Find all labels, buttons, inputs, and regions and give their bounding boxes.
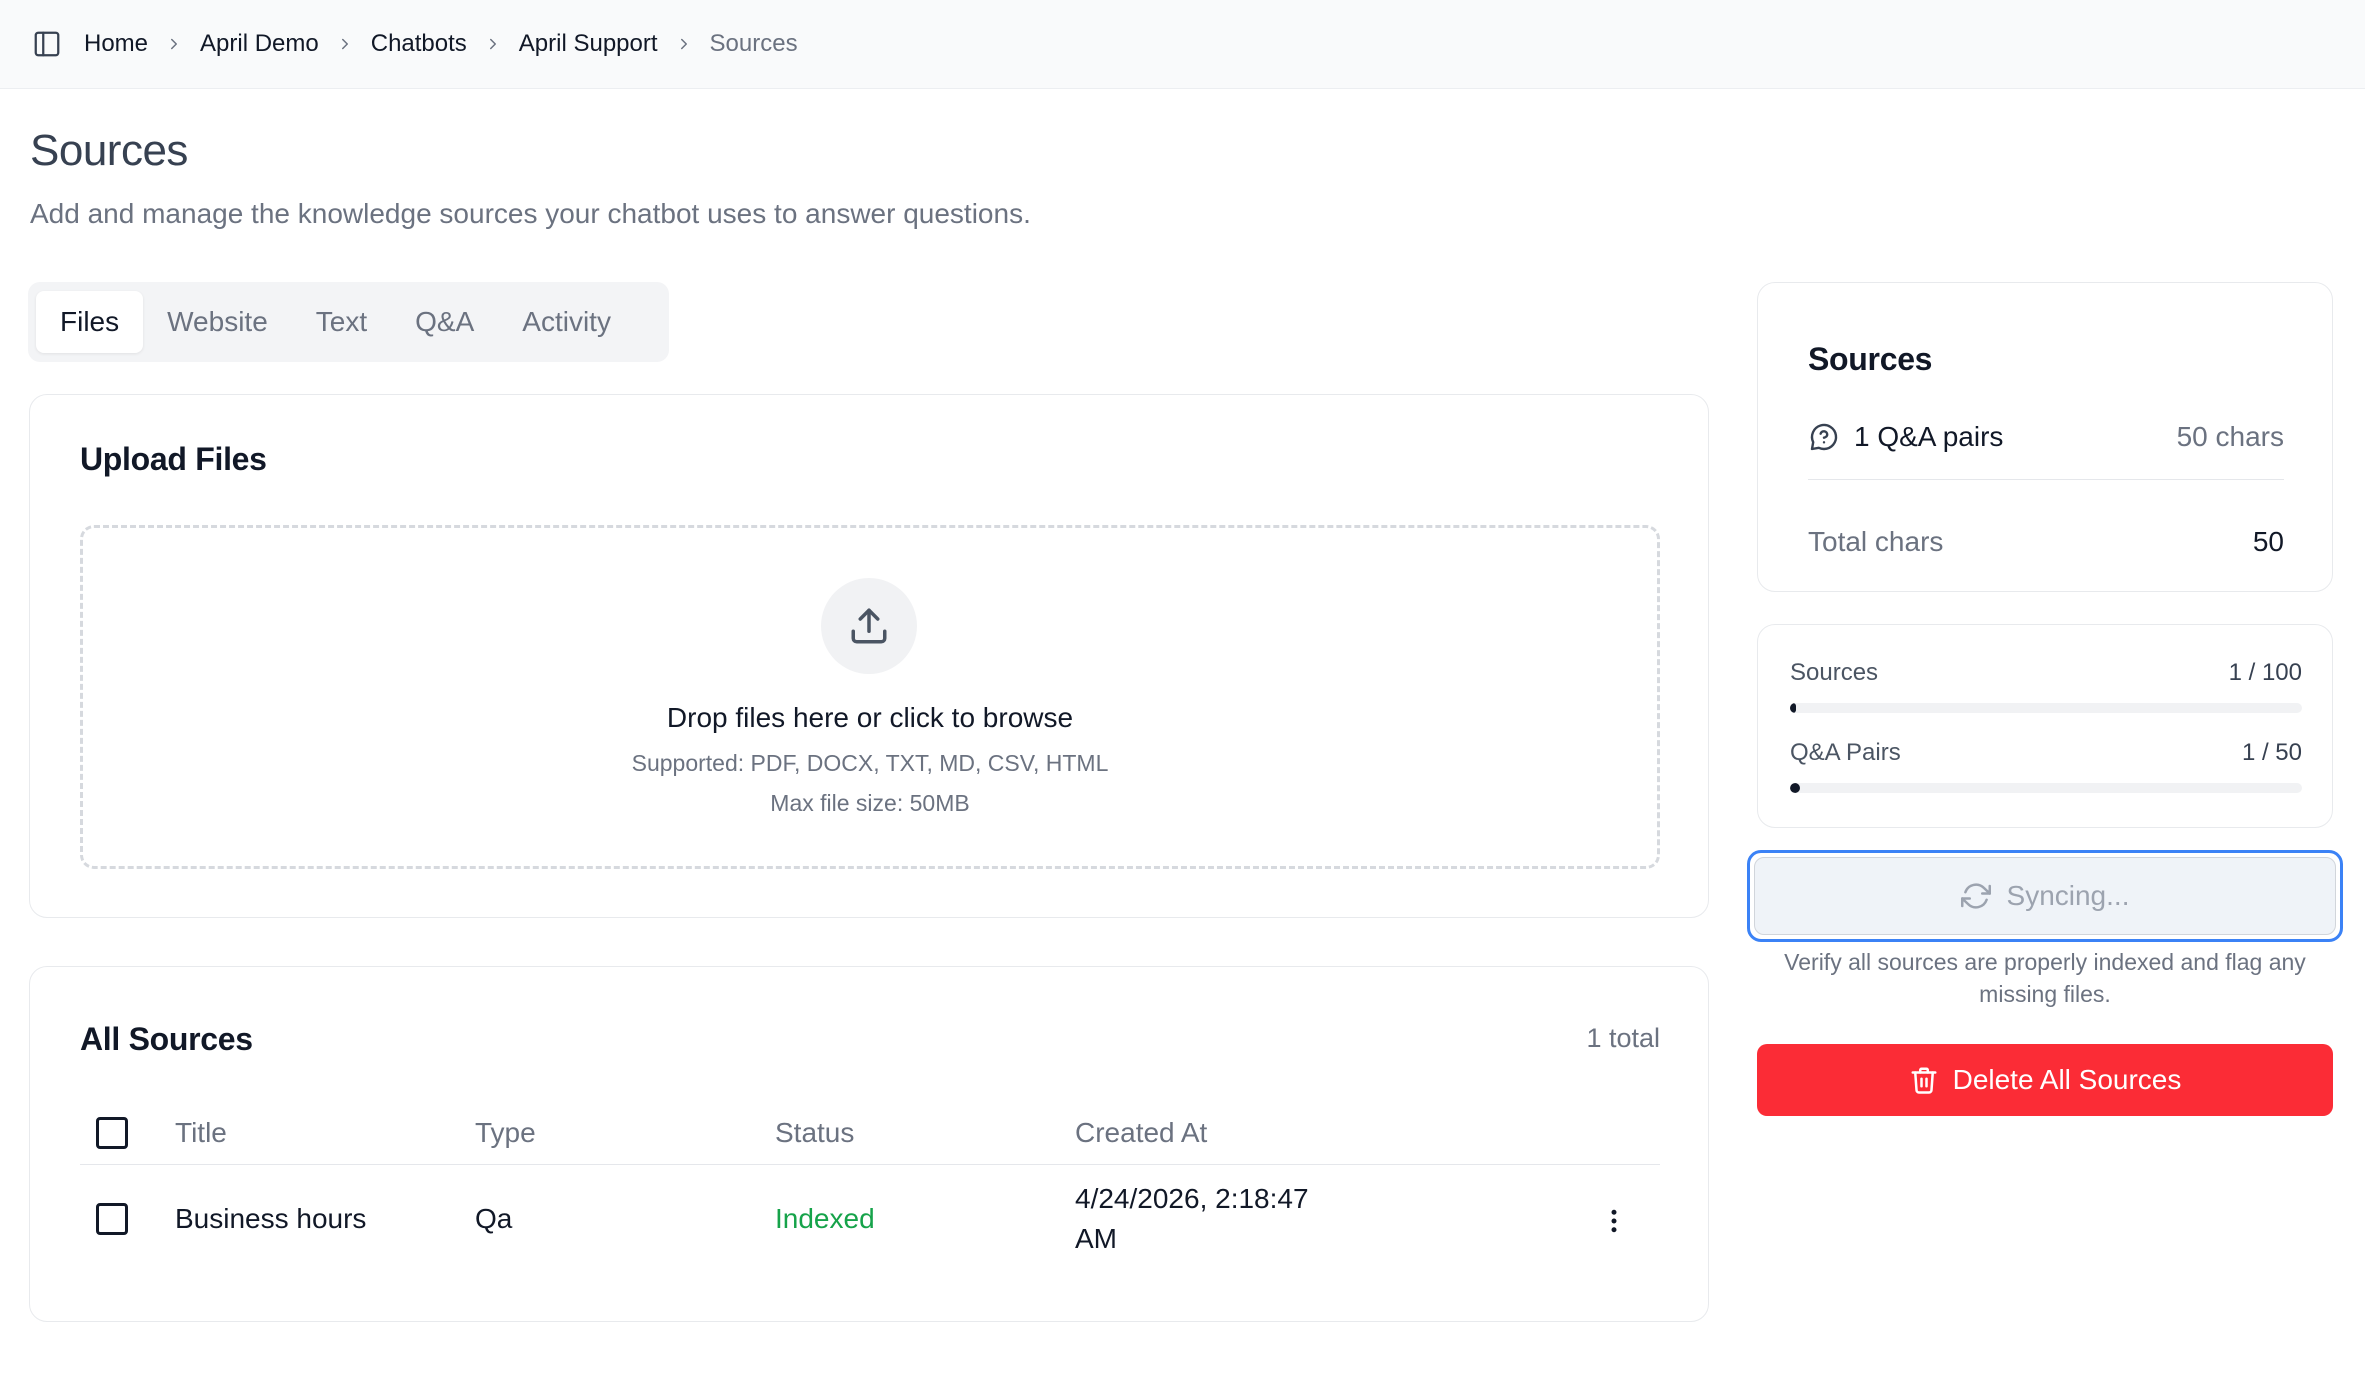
chevron-right-icon xyxy=(658,35,710,53)
tab-activity[interactable]: Activity xyxy=(498,291,635,353)
tab-files[interactable]: Files xyxy=(36,291,144,353)
sync-help-text: Verify all sources are properly indexed … xyxy=(1784,949,2306,1007)
source-created-at: 4/24/2026, 2:18:47 AM xyxy=(1075,1183,1309,1254)
delete-all-sources-button[interactable]: Delete All Sources xyxy=(1757,1044,2333,1116)
source-title: Business hours xyxy=(175,1203,367,1234)
upload-files-title: Upload Files xyxy=(80,441,267,477)
breadcrumb-april-support[interactable]: April Support xyxy=(519,30,658,58)
column-title[interactable]: Title xyxy=(175,1113,227,1153)
tab-website[interactable]: Website xyxy=(143,291,292,353)
chevron-right-icon xyxy=(319,35,371,53)
source-type: Qa xyxy=(475,1203,513,1234)
more-vertical-icon[interactable] xyxy=(1596,1203,1632,1239)
page-description: Add and manage the knowledge sources you… xyxy=(30,198,1031,229)
source-tabs: Files Website Text Q&A Activity xyxy=(28,282,669,362)
trash-icon xyxy=(1909,1065,1953,1095)
row-checkbox[interactable] xyxy=(96,1203,128,1235)
column-type[interactable]: Type xyxy=(475,1113,536,1153)
qa-pairs-row: 1 Q&A pairs 50 chars xyxy=(1808,411,2284,463)
total-chars-value: 50 xyxy=(2252,525,2284,557)
dropzone-text: Drop files here or click to browse xyxy=(666,702,1074,733)
supported-formats: Supported: PDF, DOCX, TXT, MD, CSV, HTML xyxy=(631,750,1109,776)
sources-progress-bar xyxy=(1790,703,2302,713)
select-all-checkbox[interactable] xyxy=(96,1117,128,1149)
delete-all-label: Delete All Sources xyxy=(1952,1064,2182,1095)
total-chars-label: Total chars xyxy=(1808,525,1944,557)
upload-icon xyxy=(821,578,917,674)
column-created-at[interactable]: Created At xyxy=(1075,1113,1207,1153)
all-sources-card: All Sources 1 total Title Type Status Cr… xyxy=(29,966,1709,1322)
breadcrumb-home[interactable]: Home xyxy=(84,30,148,58)
sources-limit-value: 1 / 100 xyxy=(2228,659,2302,686)
top-bar: Home April Demo Chatbots April Support S… xyxy=(0,0,2365,89)
max-file-size: Max file size: 50MB xyxy=(770,790,970,816)
sources-summary-card: Sources 1 Q&A pairs 50 chars Total chars… xyxy=(1757,282,2333,592)
qa-pairs-label: 1 Q&A pairs xyxy=(1854,421,2004,452)
summary-title: Sources xyxy=(1808,341,1933,377)
page-title: Sources xyxy=(30,126,188,175)
sync-button[interactable]: Syncing... xyxy=(1747,850,2343,942)
qa-pairs-limit: Q&A Pairs 1 / 50 xyxy=(1790,739,2302,793)
sync-button-inner: Syncing... xyxy=(1754,857,2336,935)
chevron-right-icon xyxy=(467,35,519,53)
table-header: Title Type Status Created At xyxy=(80,1113,1660,1165)
breadcrumb-current: Sources xyxy=(709,30,798,57)
sources-total-count: 1 total xyxy=(1586,1023,1660,1053)
breadcrumb: Home April Demo Chatbots April Support S… xyxy=(84,30,798,58)
sources-limit-label: Sources xyxy=(1790,659,1879,686)
tab-text[interactable]: Text xyxy=(292,291,391,353)
sidebar-toggle-icon[interactable] xyxy=(30,27,64,61)
chevron-right-icon xyxy=(148,35,200,53)
sources-limit: Sources 1 / 100 xyxy=(1790,659,2302,713)
source-status: Indexed xyxy=(775,1203,875,1234)
file-dropzone[interactable]: Drop files here or click to browse Suppo… xyxy=(80,525,1660,869)
qa-limit-value: 1 / 50 xyxy=(2241,739,2302,766)
usage-limits-card: Sources 1 / 100 Q&A Pairs 1 / 50 xyxy=(1757,624,2333,828)
qa-progress-fill xyxy=(1790,783,1801,793)
column-status[interactable]: Status xyxy=(775,1113,854,1153)
breadcrumb-april-demo[interactable]: April Demo xyxy=(200,30,319,58)
tab-qa[interactable]: Q&A xyxy=(391,291,498,353)
qa-pairs-chars: 50 chars xyxy=(2176,421,2284,452)
qa-limit-label: Q&A Pairs xyxy=(1790,739,1901,766)
help-circle-icon xyxy=(1808,421,1840,453)
sources-progress-fill xyxy=(1790,703,1797,713)
qa-progress-bar xyxy=(1790,783,2302,793)
all-sources-title: All Sources xyxy=(80,1021,253,1057)
refresh-icon xyxy=(1960,881,2007,911)
table-row[interactable]: Business hours Qa Indexed 4/24/2026, 2:1… xyxy=(80,1165,1660,1275)
total-chars-row: Total chars 50 xyxy=(1808,479,2284,567)
upload-files-card: Upload Files Drop files here or click to… xyxy=(29,394,1709,918)
sync-label: Syncing... xyxy=(2006,880,2130,911)
breadcrumb-chatbots[interactable]: Chatbots xyxy=(371,30,467,58)
